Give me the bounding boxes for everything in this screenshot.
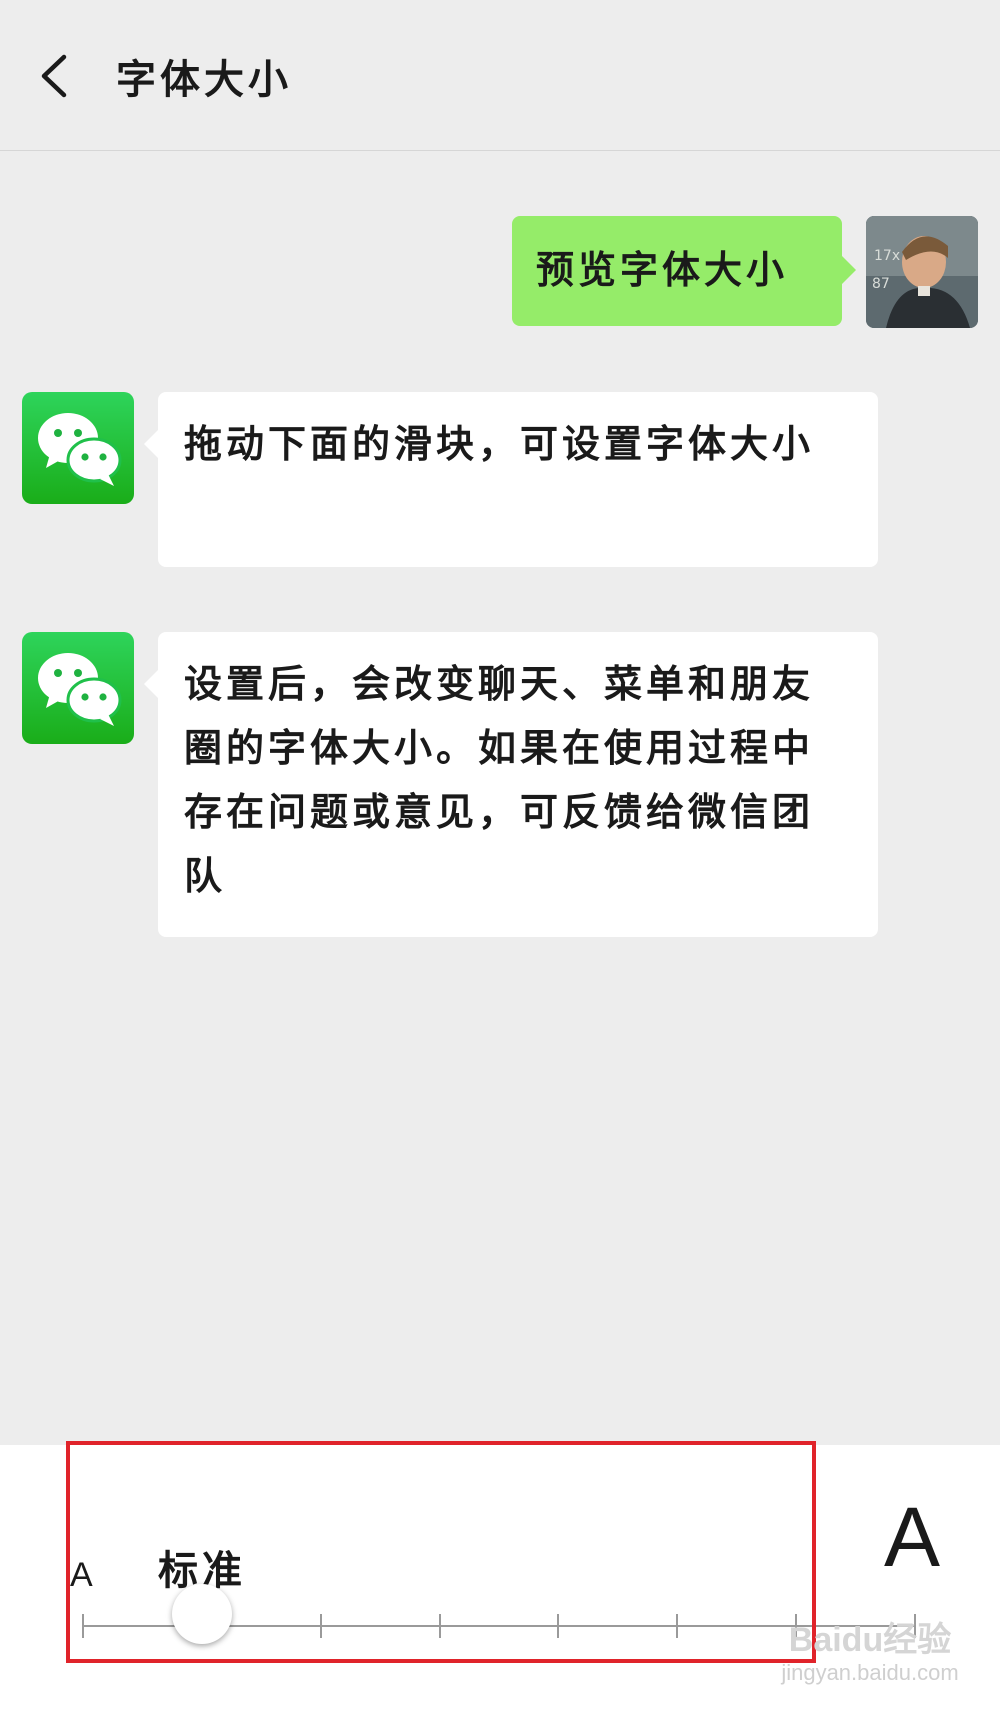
received-message-bubble: 拖动下面的滑块，可设置字体大小 — [144, 392, 878, 567]
sent-message-bubble: 预览字体大小 — [512, 216, 856, 326]
received-message-bubble: 设置后，会改变聊天、菜单和朋友圈的字体大小。如果在使用过程中存在问题或意见，可反… — [144, 632, 878, 937]
slider-tick[interactable] — [320, 1614, 322, 1638]
slider-tick[interactable] — [82, 1614, 84, 1638]
watermark-brand: Baidu经验 — [788, 1621, 952, 1659]
back-button[interactable] — [24, 45, 84, 105]
svg-text:17x: 17x — [874, 248, 900, 264]
user-avatar: 17x 87 — [866, 216, 978, 328]
wechat-logo-icon — [38, 413, 122, 486]
wechat-avatar — [22, 632, 134, 744]
watermark: Baidu经验 jingyan.baidu.com — [770, 1620, 970, 1686]
slider-tick[interactable] — [557, 1614, 559, 1638]
nav-bar: 字体大小 — [0, 0, 1000, 151]
small-font-label: A — [70, 1556, 93, 1594]
watermark-url: jingyan.baidu.com — [781, 1660, 959, 1685]
slider-tick[interactable] — [676, 1614, 678, 1638]
slider-thumb[interactable] — [172, 1584, 232, 1644]
slider-tick[interactable] — [439, 1614, 441, 1638]
page-title: 字体大小 — [116, 57, 292, 103]
chevron-left-icon — [41, 54, 67, 98]
wechat-avatar — [22, 392, 134, 504]
svg-text:87: 87 — [872, 276, 890, 292]
wechat-logo-icon — [38, 653, 122, 726]
large-font-label: A — [884, 1490, 941, 1584]
